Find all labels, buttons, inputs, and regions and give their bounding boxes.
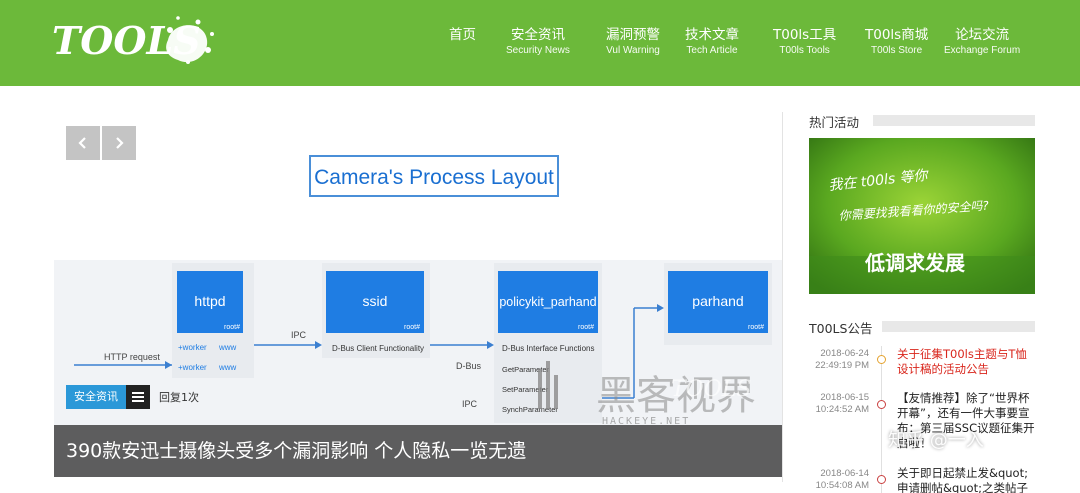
- column-divider: [782, 112, 783, 482]
- nav-home[interactable]: 首页: [449, 26, 476, 44]
- article-meta-bar: 安全资讯 回复1次: [66, 385, 199, 409]
- www-label: www: [218, 343, 237, 352]
- site-header: TOOLS 首页 安全资讯 Security News 漏洞预警 Vul War…: [0, 0, 1080, 86]
- timeline-dot-icon: [877, 475, 886, 484]
- announcement-date: 2018-06-14: [820, 468, 869, 479]
- nav-label: 首页: [449, 27, 476, 43]
- slider-prev-button[interactable]: [66, 126, 100, 160]
- announcement-date: 2018-06-15: [820, 392, 869, 403]
- heading-bar: [882, 321, 1035, 332]
- root-label: root#: [404, 324, 420, 331]
- timeline-dot-icon: [877, 355, 886, 364]
- worker-label: +worker: [178, 343, 207, 352]
- diagram-title: Camera's Process Layout: [314, 166, 554, 189]
- slider-next-button[interactable]: [102, 126, 136, 160]
- nav-sublabel: Exchange Forum: [944, 45, 1021, 56]
- ipc-label: IPC: [291, 330, 307, 340]
- slider-arrows: [66, 126, 136, 160]
- nav-sublabel: Vul Warning: [606, 45, 660, 56]
- www-label: www: [218, 363, 237, 372]
- nav-label: 技术文章: [685, 27, 739, 43]
- nav-exchange-forum[interactable]: 论坛交流 Exchange Forum: [944, 26, 1020, 58]
- notice-heading: T00LS公告: [809, 321, 873, 336]
- hamburger-icon: [132, 392, 144, 402]
- logo-text: TOOLS: [52, 18, 201, 63]
- root-label: root#: [578, 324, 594, 331]
- dbus-label: D-Bus: [456, 361, 482, 371]
- http-request-label: HTTP request: [104, 352, 160, 362]
- announcement-title[interactable]: 关于即日起禁止发&quot;申请删帖&quot;之类帖子: [897, 466, 1037, 493]
- nav-label: 安全资讯: [510, 27, 565, 43]
- nav-label: 漏洞预警: [606, 27, 660, 43]
- nav-sublabel: T00ls Store: [871, 45, 923, 56]
- timeline-dot-icon: [877, 400, 886, 409]
- nav-tech-article[interactable]: 技术文章 Tech Article: [685, 26, 739, 58]
- dbus-ipc-label: IPC: [462, 399, 478, 409]
- promo-image: 我在 t00ls 等你 你需要找我看看你的安全吗? 低调求发展: [809, 138, 1035, 294]
- policykit-label: policykit_parhand: [499, 295, 596, 309]
- param-label: GetParameter: [502, 365, 550, 374]
- root-label: root#: [748, 324, 764, 331]
- article-diagram-image: Camera's Process Layout httpd root# +wor…: [54, 155, 782, 477]
- article-title-link[interactable]: 390款安迅士摄像头受多个漏洞影响 个人隐私一览无遗: [66, 425, 526, 477]
- zhihu-watermark: 知乎 @一入: [888, 430, 984, 451]
- nav-sublabel: Security News: [506, 45, 570, 56]
- announcement-title[interactable]: 关于征集T00ls主题与T恤设计稿的活动公告: [897, 347, 1037, 377]
- httpd-label: httpd: [194, 293, 225, 309]
- featured-slider[interactable]: Camera's Process Layout httpd root# +wor…: [54, 113, 782, 477]
- nav-label: T00ls工具: [773, 27, 837, 43]
- heading-bar: [873, 115, 1035, 126]
- pk-function-label: D-Bus Interface Functions: [502, 344, 594, 353]
- watermark-tools: TOOLS: [671, 377, 751, 402]
- nav-vul-warning[interactable]: 漏洞预警 Vul Warning: [606, 26, 660, 58]
- announcement-date: 2018-06-24: [820, 348, 869, 359]
- nav-sublabel: T00ls Tools: [779, 45, 830, 56]
- hot-activity-heading: 热门活动: [809, 115, 860, 130]
- nav-label: T00ls商城: [865, 27, 929, 43]
- worker-label: +worker: [178, 363, 207, 372]
- announcement-time: 10:24:52 AM: [815, 404, 869, 415]
- announcement-time: 10:54:08 AM: [815, 480, 869, 491]
- tools-logo[interactable]: TOOLS: [50, 10, 220, 72]
- chevron-right-icon: [116, 137, 124, 149]
- nav-security-news[interactable]: 安全资讯 Security News: [506, 26, 570, 58]
- ssid-label: ssid: [363, 293, 388, 309]
- category-tag[interactable]: 安全资讯: [66, 385, 126, 409]
- nav-tools-store[interactable]: T00ls商城 T00ls Store: [865, 26, 928, 58]
- reply-count: 回复1次: [159, 391, 199, 404]
- promo-line-3: 低调求发展: [864, 251, 965, 275]
- root-label: root#: [224, 324, 240, 331]
- chevron-left-icon: [78, 137, 86, 149]
- ssid-function-label: D-Bus Client Functionality: [332, 344, 424, 353]
- parhand-label: parhand: [692, 293, 743, 309]
- promo-banner[interactable]: 我在 t00ls 等你 你需要找我看看你的安全吗? 低调求发展: [809, 138, 1035, 294]
- nav-sublabel: Tech Article: [686, 45, 738, 56]
- nav-tools-tools[interactable]: T00ls工具 T00ls Tools: [773, 26, 836, 58]
- menu-button[interactable]: [126, 385, 150, 409]
- announcement-time: 22:49:19 PM: [815, 360, 869, 371]
- timeline-line: [881, 346, 882, 493]
- nav-label: 论坛交流: [955, 27, 1010, 43]
- slider-caption: 390款安迅士摄像头受多个漏洞影响 个人隐私一览无遗: [54, 425, 782, 477]
